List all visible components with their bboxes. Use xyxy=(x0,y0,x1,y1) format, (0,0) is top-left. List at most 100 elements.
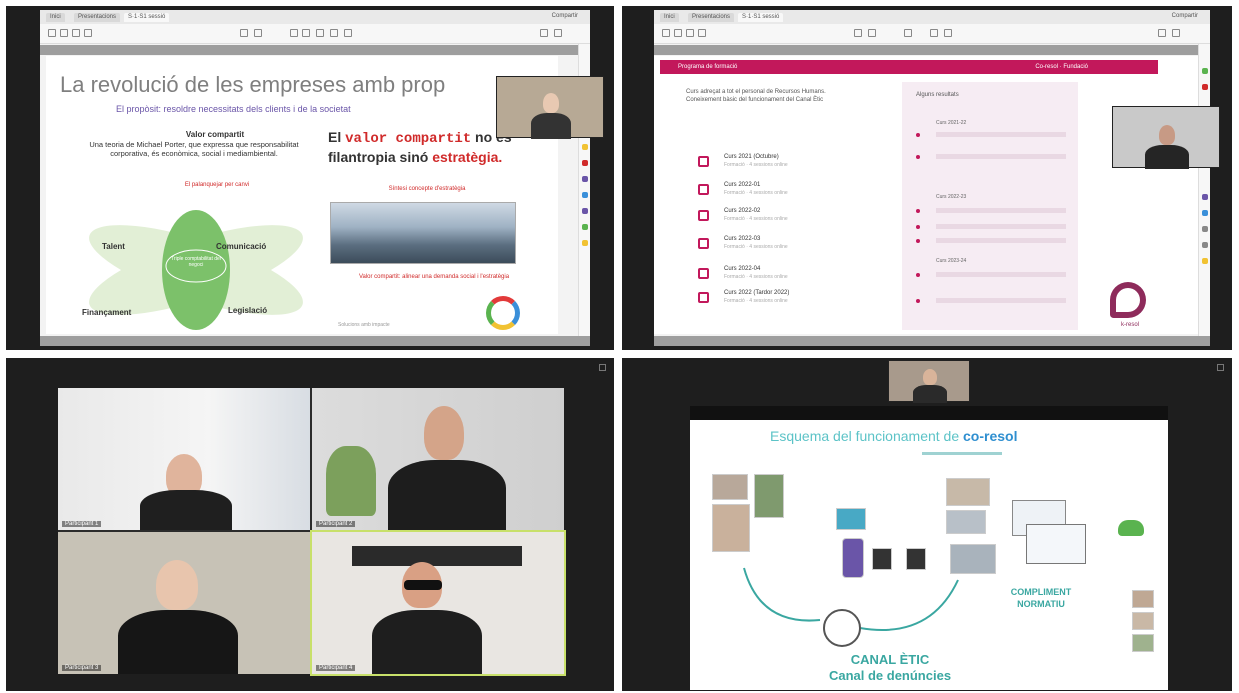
slide-4: Esquema del funcionament de co-resol COM… xyxy=(690,420,1168,690)
tab-inici[interactable]: Inici xyxy=(660,13,679,22)
pen-icon[interactable] xyxy=(316,29,324,37)
calendar-icon xyxy=(698,238,709,249)
results-panel: Alguns resultats Curs 2021-22 Curs 2022-… xyxy=(902,82,1078,330)
speaker-thumbnail[interactable] xyxy=(888,360,970,403)
hand-icon[interactable] xyxy=(254,29,262,37)
course-title: Curs 2022-03 xyxy=(724,236,761,242)
share-tab-label[interactable]: Compartir xyxy=(552,13,578,19)
sign-icon[interactable] xyxy=(582,240,588,246)
select-icon[interactable] xyxy=(854,29,862,37)
calendar-icon xyxy=(698,210,709,221)
participant-tile[interactable]: Participant 3 xyxy=(58,532,310,674)
select-icon[interactable] xyxy=(240,29,248,37)
share-icon[interactable] xyxy=(582,192,588,198)
pink-header-right: Co-resol · Fundació xyxy=(1035,64,1088,70)
tab-session[interactable]: S·1·S1 sessió xyxy=(124,13,170,22)
settings-icon[interactable] xyxy=(1172,29,1180,37)
pdf-icon[interactable] xyxy=(1202,84,1208,90)
participant-tile[interactable]: Participant 1 xyxy=(58,388,310,530)
course-item[interactable]: Curs 2022 (Tardor 2022) Formació · 4 ses… xyxy=(698,290,848,308)
participant-tile[interactable]: Participant 2 xyxy=(312,388,564,530)
sunglasses-decor xyxy=(404,580,442,590)
result-bullet xyxy=(916,208,1066,213)
speaker-head xyxy=(923,369,937,385)
print-icon[interactable] xyxy=(84,29,92,37)
statement-part-a: El xyxy=(328,129,342,145)
search-icon[interactable] xyxy=(1158,29,1166,37)
edit-icon[interactable] xyxy=(582,176,588,182)
share-tab-label[interactable]: Compartir xyxy=(1172,13,1198,19)
statement-part-d: filantropia sinó xyxy=(328,149,429,165)
tab-inici[interactable]: Inici xyxy=(46,13,65,22)
course-item[interactable]: Curs 2022-04 Formació · 4 sessions onlin… xyxy=(698,266,848,284)
zoom-out-icon[interactable] xyxy=(904,29,912,37)
share-icon[interactable] xyxy=(1202,210,1208,216)
course-title: Curs 2022-04 xyxy=(724,266,761,272)
pdf-icon[interactable] xyxy=(582,160,588,166)
edit-icon[interactable] xyxy=(1202,194,1208,200)
speaker-thumbnail[interactable] xyxy=(1112,106,1220,169)
back-icon[interactable] xyxy=(48,29,56,37)
text-icon[interactable] xyxy=(344,29,352,37)
forward-icon[interactable] xyxy=(60,29,68,37)
gray-ruler-bar xyxy=(654,45,1210,55)
tab-bar: Inici Presentacions S·1·S1 sessió Compar… xyxy=(654,10,1210,24)
expand-icon[interactable] xyxy=(1217,364,1224,371)
course-item[interactable]: Curs 2021 (Octubre) Formació · 4 session… xyxy=(698,154,848,172)
course-item[interactable]: Curs 2022-02 Formació · 4 sessions onlin… xyxy=(698,208,848,226)
course-detail: Formació · 4 sessions online xyxy=(724,190,788,196)
course-item[interactable]: Curs 2022-01 Formació · 4 sessions onlin… xyxy=(698,182,848,200)
search-icon[interactable] xyxy=(540,29,548,37)
results-heading: Alguns resultats xyxy=(916,92,959,98)
compliance-line-2: NORMATIU xyxy=(1017,599,1065,609)
tab-presentacions[interactable]: Presentacions xyxy=(688,13,735,22)
ethics-channel-line-1: CANAL ÈTIC xyxy=(850,652,930,667)
home-icon[interactable] xyxy=(72,29,80,37)
result-bullet xyxy=(916,238,1066,243)
compliance-label: COMPLIMENT NORMATIU xyxy=(986,586,1096,610)
pen-icon[interactable] xyxy=(930,29,938,37)
protect-icon[interactable] xyxy=(582,224,588,230)
sign-icon[interactable] xyxy=(1202,258,1208,264)
slide-title-part-a: Esquema del funcionament de xyxy=(770,428,960,444)
home-icon[interactable] xyxy=(686,29,694,37)
participant-head xyxy=(424,406,464,460)
zoom-in-icon[interactable] xyxy=(302,29,310,37)
results-group-label: Curs 2023-24 xyxy=(936,258,967,264)
speaker-body xyxy=(531,113,571,139)
participant-tile-active-speaker[interactable]: Participant 4 xyxy=(310,530,566,676)
result-bullet xyxy=(916,154,1066,159)
title-underline xyxy=(922,452,1002,455)
tab-presentacions[interactable]: Presentacions xyxy=(74,13,121,22)
participant-body xyxy=(388,460,506,530)
laptop-dashboard-2 xyxy=(1026,524,1086,564)
arrow-right-curve xyxy=(859,579,959,631)
zoom-out-icon[interactable] xyxy=(290,29,298,37)
photo-user-5 xyxy=(946,510,986,534)
compliance-line-1: COMPLIMENT xyxy=(1010,587,1072,597)
hand-icon[interactable] xyxy=(868,29,876,37)
participant-body xyxy=(140,490,232,530)
course-item[interactable]: Curs 2022-03 Formació · 4 sessions onlin… xyxy=(698,236,848,254)
speaker-thumbnail[interactable] xyxy=(496,76,604,139)
result-bullet xyxy=(916,272,1066,277)
protect-icon[interactable] xyxy=(1202,242,1208,248)
print-icon[interactable] xyxy=(698,29,706,37)
export-icon[interactable] xyxy=(582,208,588,214)
screen-share-quadrant-2: Inici Presentacions S·1·S1 sessió Compar… xyxy=(622,6,1232,350)
highlight-icon[interactable] xyxy=(330,29,338,37)
comment-icon[interactable] xyxy=(582,144,588,150)
slide-top-black-band xyxy=(690,406,1168,420)
highlight-icon[interactable] xyxy=(944,29,952,37)
course-intro: Curs adreçat a tot el personal de Recurs… xyxy=(686,89,826,103)
tab-session[interactable]: S·1·S1 sessió xyxy=(738,13,784,22)
laptop-screen xyxy=(836,508,866,530)
comment-icon[interactable] xyxy=(1202,68,1208,74)
settings-icon[interactable] xyxy=(554,29,562,37)
expand-icon[interactable] xyxy=(599,364,606,371)
presentation-window-1: Inici Presentacions S·1·S1 sessió Compar… xyxy=(40,10,590,346)
forward-icon[interactable] xyxy=(674,29,682,37)
course-detail: Formació · 4 sessions online xyxy=(724,216,788,222)
export-icon[interactable] xyxy=(1202,226,1208,232)
back-icon[interactable] xyxy=(662,29,670,37)
